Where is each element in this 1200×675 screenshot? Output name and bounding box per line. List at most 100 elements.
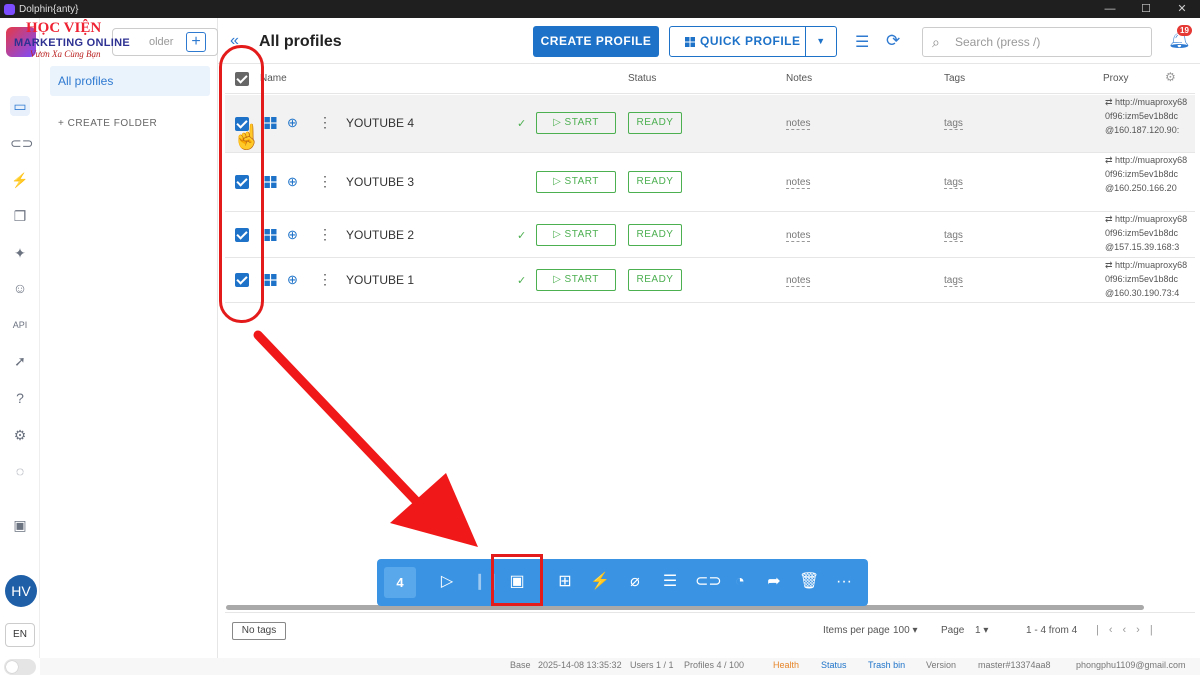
table-row[interactable]: ⊕ ⋮ YOUTUBE 3 ▷ START READY notes tags ⇄… — [225, 153, 1195, 212]
watermark-line1: HỌC VIỆN — [26, 20, 102, 36]
tutorial-arrow-icon — [253, 330, 478, 547]
items-per-page-select[interactable]: 100 ▾ — [893, 625, 918, 636]
page-label: Page — [941, 625, 965, 636]
link-icon[interactable]: ⊂⊃ — [695, 572, 722, 592]
start-selected-icon[interactable]: ▷ — [437, 572, 457, 592]
proxy-link-icon[interactable]: ⊂⊃ — [10, 133, 33, 153]
start-button[interactable]: ▷ START — [536, 224, 616, 246]
help-icon[interactable]: ? — [10, 388, 30, 408]
automation-icon[interactable]: ⚡ — [10, 170, 30, 190]
create-folder-button[interactable]: + CREATE FOLDER — [58, 118, 157, 129]
users-icon[interactable]: ☺ — [10, 278, 30, 298]
search-input[interactable]: ⌕ Search (press /) — [922, 27, 1152, 57]
tags-cell[interactable]: tags — [944, 118, 963, 130]
maximize-button[interactable]: ☐ — [1128, 0, 1164, 18]
language-switch[interactable]: EN — [5, 623, 35, 647]
page-header: « All profiles CREATE PROFILE QUICK PROF… — [218, 18, 1200, 64]
column-proxy[interactable]: Proxy — [1103, 73, 1129, 84]
status-trash-link[interactable]: Trash bin — [868, 660, 905, 670]
tags-cell[interactable]: tags — [944, 177, 963, 189]
refresh-icon[interactable]: ⟳ — [886, 31, 900, 51]
check-circle-icon: ✓ — [517, 230, 527, 242]
table-row[interactable]: ⊕ ⋮ YOUTUBE 4 ✓ ▷ START READY notes tags… — [225, 95, 1195, 153]
status-badge: READY — [628, 112, 682, 134]
table-row[interactable]: ⊕ ⋮ YOUTUBE 2 ✓ ▷ START READY notes tags… — [225, 212, 1195, 258]
table-header: Name Status Notes Tags Proxy ⚙ — [225, 64, 1195, 94]
minimize-button[interactable]: — — [1092, 0, 1128, 18]
status-status-link[interactable]: Status — [821, 660, 847, 670]
proxy-cell[interactable]: ⇄ http://muaproxy68 0f96:izm5ev1b8dc @160.… — [1105, 95, 1195, 137]
quick-profile-button[interactable]: QUICK PROFILE ▼ — [669, 26, 837, 57]
more-options-icon[interactable]: ⋮ — [318, 114, 332, 131]
tags-cell[interactable]: tags — [944, 275, 963, 287]
proxy-cell[interactable]: ⇄ http://muaproxy68 0f96:izm5ev1b8dc @160.… — [1105, 258, 1195, 300]
api-icon[interactable]: API — [10, 315, 30, 335]
rocket-icon[interactable]: ➚ — [10, 351, 30, 371]
copy-icon[interactable]: ❐ — [10, 206, 30, 226]
wallet-icon[interactable]: ▣ — [10, 515, 30, 535]
filter-icon[interactable]: ☰ — [855, 32, 869, 52]
profiles-icon[interactable]: ▭ — [10, 96, 30, 116]
close-button[interactable]: ✕ — [1164, 0, 1200, 18]
no-tags-button[interactable]: No tags — [232, 622, 286, 640]
table-row[interactable]: ⊕ ⋮ YOUTUBE 1 ✓ ▷ START READY notes tags… — [225, 258, 1195, 303]
column-settings-icon[interactable]: ⚙ — [1165, 70, 1176, 84]
windows-icon — [264, 274, 277, 286]
profile-name[interactable]: YOUTUBE 3 — [346, 175, 414, 189]
column-name[interactable]: Name — [260, 73, 287, 84]
notes-cell[interactable]: notes — [786, 118, 811, 130]
page-select[interactable]: 1 ▾ — [975, 625, 988, 636]
cookie-icon[interactable]: ◔ — [730, 572, 750, 592]
page-range: 1 - 4 from 4 — [1026, 625, 1078, 636]
chevron-down-icon[interactable]: ▼ — [805, 27, 836, 56]
start-button[interactable]: ▷ START — [536, 269, 616, 291]
start-button[interactable]: ▷ START — [536, 171, 616, 193]
settings-gear-icon[interactable]: ⚙ — [10, 425, 30, 445]
tags-cell[interactable]: tags — [944, 230, 963, 242]
globe-icon: ⊕ — [287, 272, 298, 287]
globe-icon: ⊕ — [287, 174, 298, 189]
avatar[interactable]: HV — [5, 575, 37, 607]
status-build: master#13374aa8 — [978, 660, 1051, 670]
move-to-folder-icon[interactable]: ⊞ — [555, 572, 575, 592]
pause-icon[interactable]: ❙❙ — [473, 572, 500, 592]
start-button[interactable]: ▷ START — [536, 112, 616, 134]
watermark-logo: HỌC VIỆN MARKETING ONLINE Vươn Xa Cùng B… — [4, 19, 134, 63]
lightbulb-icon[interactable]: ◌ — [10, 461, 30, 481]
create-profile-button[interactable]: CREATE PROFILE — [533, 26, 659, 57]
status-email: phongphu1109@gmail.com — [1076, 660, 1186, 670]
tag-icon[interactable]: ⌀ — [625, 572, 645, 592]
status-bar: Base 2025-14-08 13:35:32 Users 1 / 1 Pro… — [40, 658, 1200, 675]
status-users: Users 1 / 1 — [630, 660, 674, 670]
profile-name[interactable]: YOUTUBE 1 — [346, 273, 414, 287]
profile-name[interactable]: YOUTUBE 2 — [346, 228, 414, 242]
share-icon[interactable]: ➦ — [764, 572, 784, 592]
extensions-icon[interactable]: ✦ — [10, 243, 30, 263]
globe-icon: ⊕ — [287, 227, 298, 242]
add-folder-icon[interactable]: + — [186, 32, 206, 52]
more-options-icon[interactable]: ⋮ — [318, 173, 332, 190]
column-status[interactable]: Status — [628, 73, 656, 84]
proxy-cell[interactable]: ⇄ http://muaproxy68 0f96:izm5ev1b8dc @157.… — [1105, 212, 1195, 254]
more-options-icon[interactable]: ⋮ — [318, 271, 332, 288]
column-tags[interactable]: Tags — [944, 73, 965, 84]
status-health-link[interactable]: Health — [773, 660, 799, 670]
status-badge: READY — [628, 171, 682, 193]
column-notes[interactable]: Notes — [786, 73, 812, 84]
theme-toggle[interactable] — [4, 659, 36, 675]
profile-name[interactable]: YOUTUBE 4 — [346, 116, 414, 130]
pointer-hand-icon: ☝ — [232, 124, 262, 151]
selected-count: 4 — [384, 567, 416, 598]
more-horizontal-icon[interactable]: ··· — [834, 572, 854, 592]
list-icon[interactable]: ☰ — [660, 572, 680, 592]
automation-icon[interactable]: ⚡ — [590, 572, 610, 592]
trash-icon[interactable]: 🗑︎ — [799, 572, 819, 592]
notes-cell[interactable]: notes — [786, 275, 811, 287]
folder-item-all-profiles[interactable]: All profiles — [50, 66, 210, 96]
pagination-nav[interactable]: |‹‹›| — [1096, 624, 1163, 636]
notes-cell[interactable]: notes — [786, 177, 811, 189]
more-options-icon[interactable]: ⋮ — [318, 226, 332, 243]
notification-bell-icon[interactable]: 🔔︎ 19 — [1168, 25, 1192, 50]
notes-cell[interactable]: notes — [786, 230, 811, 242]
proxy-cell[interactable]: ⇄ http://muaproxy68 0f96:izm5ev1b8dc @160.… — [1105, 153, 1195, 195]
